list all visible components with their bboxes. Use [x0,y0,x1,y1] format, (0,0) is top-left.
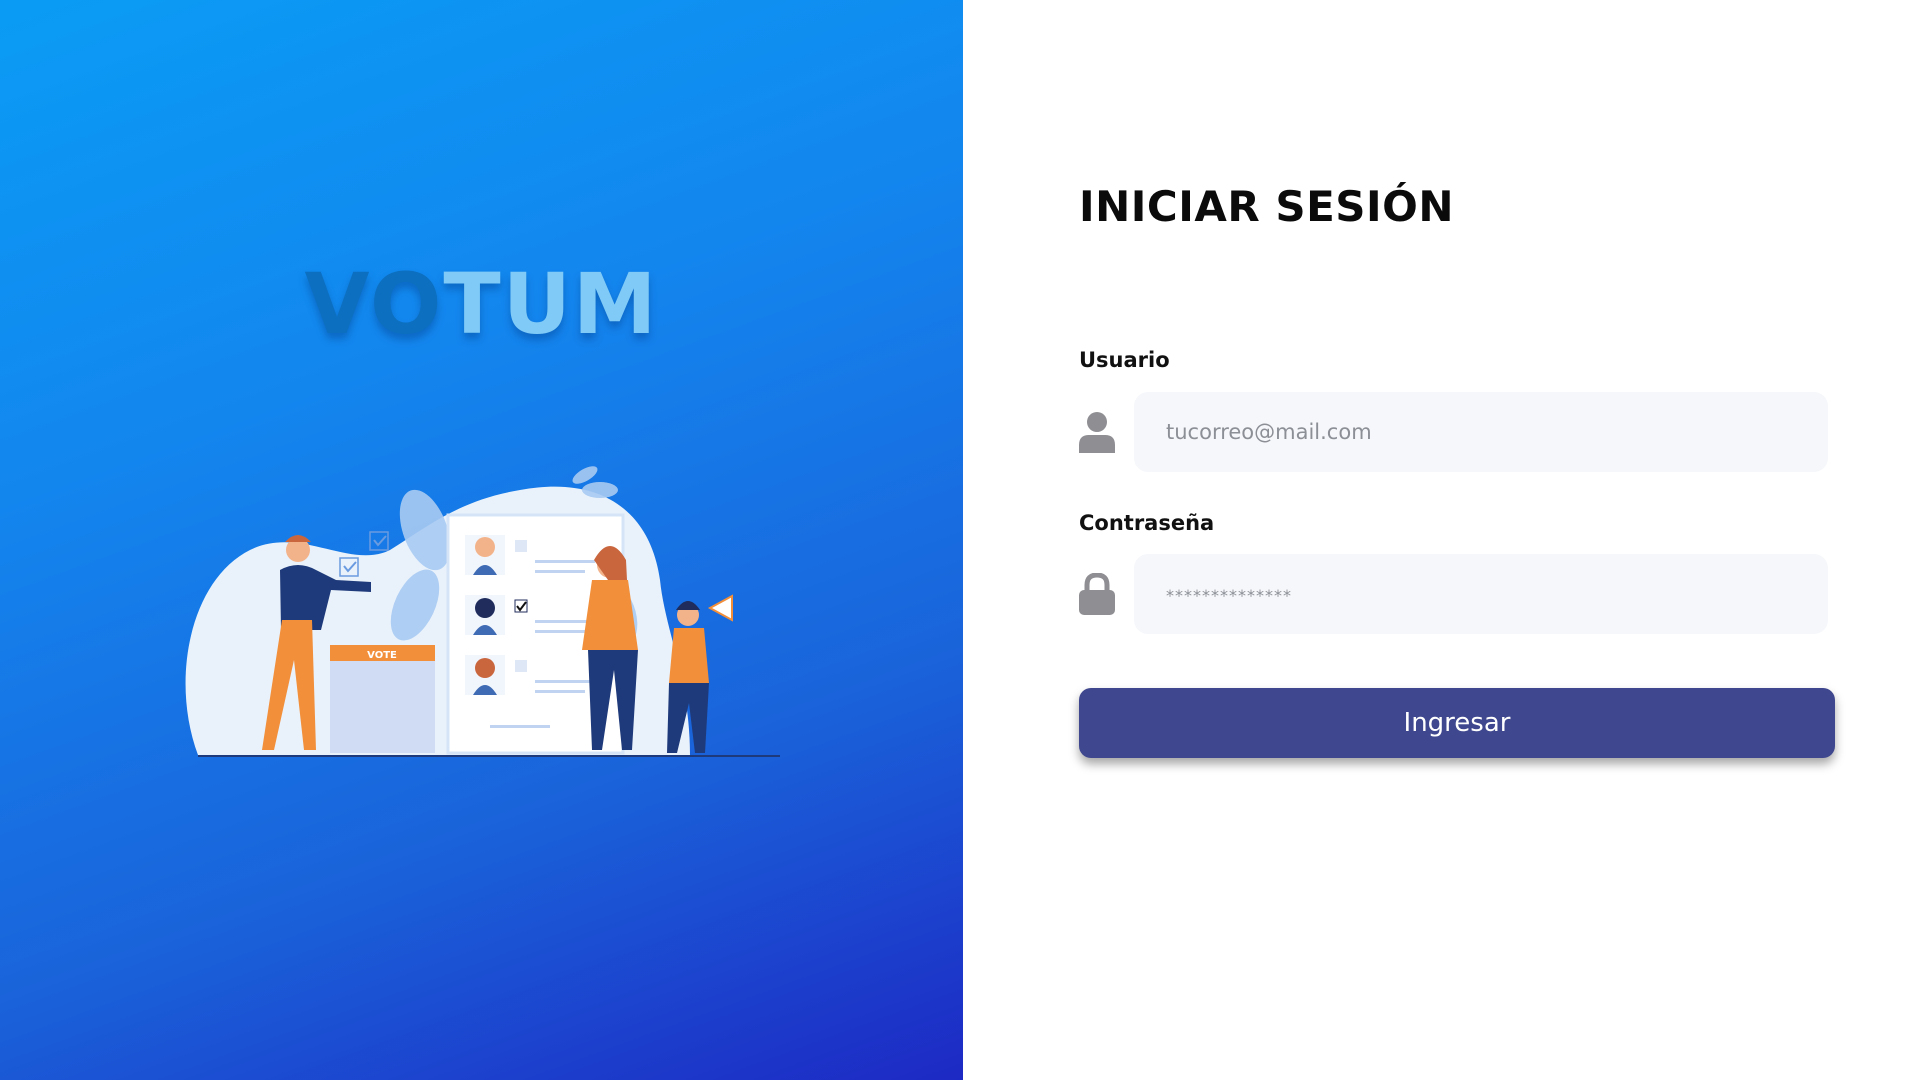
login-page: VOTUM VOTE INICIAR SESIÓN Usuario tucorr… [0,0,1920,1080]
password-input[interactable] [1134,554,1828,634]
submit-button[interactable]: Ingresar [1079,688,1835,758]
user-label: Usuario [1079,348,1170,372]
app-logo: VOTUM [304,255,659,353]
page-title: INICIAR SESIÓN [1079,182,1454,231]
ballot-box-label: VOTE [367,650,397,661]
user-icon [1079,412,1115,453]
user-input[interactable] [1134,392,1828,472]
password-label: Contraseña [1079,511,1215,535]
lock-icon [1079,573,1115,615]
brand-panel: VOTUM VOTE [0,0,963,1080]
voting-illustration-icon: VOTE [185,466,780,757]
login-panel: INICIAR SESIÓN Usuario Contraseña Ingres… [963,0,1920,1080]
